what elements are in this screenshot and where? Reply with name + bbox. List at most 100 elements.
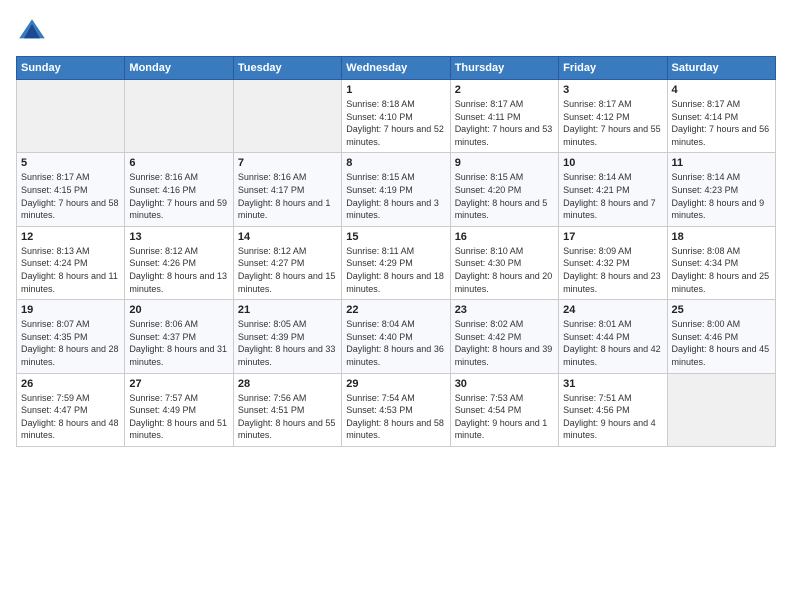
day-number: 7 — [238, 157, 337, 169]
day-info: Sunrise: 8:17 AM Sunset: 4:11 PM Dayligh… — [455, 98, 554, 148]
weekday-header-row: SundayMondayTuesdayWednesdayThursdayFrid… — [17, 57, 776, 80]
calendar-cell: 25 Sunrise: 8:00 AM Sunset: 4:46 PM Dayli… — [667, 300, 775, 373]
day-number: 1 — [346, 84, 445, 96]
calendar-cell: 20 Sunrise: 8:06 AM Sunset: 4:37 PM Dayli… — [125, 300, 233, 373]
calendar-cell: 31 Sunrise: 7:51 AM Sunset: 4:56 PM Dayli… — [559, 373, 667, 446]
day-number: 3 — [563, 84, 662, 96]
day-info: Sunrise: 8:04 AM Sunset: 4:40 PM Dayligh… — [346, 318, 445, 368]
day-number: 9 — [455, 157, 554, 169]
day-number: 29 — [346, 378, 445, 390]
day-info: Sunrise: 8:07 AM Sunset: 4:35 PM Dayligh… — [21, 318, 120, 368]
header — [16, 16, 776, 48]
day-info: Sunrise: 8:00 AM Sunset: 4:46 PM Dayligh… — [672, 318, 771, 368]
calendar-cell: 9 Sunrise: 8:15 AM Sunset: 4:20 PM Daylig… — [450, 153, 558, 226]
day-info: Sunrise: 7:56 AM Sunset: 4:51 PM Dayligh… — [238, 392, 337, 442]
logo-icon — [16, 16, 48, 48]
calendar-cell: 1Sunrise: 8:18 AM Sunset: 4:10 PM Daylig… — [342, 80, 450, 153]
weekday-header: Friday — [559, 57, 667, 80]
calendar-cell: 17 Sunrise: 8:09 AM Sunset: 4:32 PM Dayli… — [559, 226, 667, 299]
calendar-table: SundayMondayTuesdayWednesdayThursdayFrid… — [16, 56, 776, 447]
calendar-cell: 16 Sunrise: 8:10 AM Sunset: 4:30 PM Dayli… — [450, 226, 558, 299]
calendar-cell: 11 Sunrise: 8:14 AM Sunset: 4:23 PM Dayli… — [667, 153, 775, 226]
calendar-cell — [17, 80, 125, 153]
calendar-week-row: 5 Sunrise: 8:17 AM Sunset: 4:15 PM Daylig… — [17, 153, 776, 226]
day-info: Sunrise: 8:11 AM Sunset: 4:29 PM Dayligh… — [346, 245, 445, 295]
calendar-cell: 24Sunrise: 8:01 AM Sunset: 4:44 PM Dayli… — [559, 300, 667, 373]
calendar-cell: 18 Sunrise: 8:08 AM Sunset: 4:34 PM Dayli… — [667, 226, 775, 299]
day-number: 27 — [129, 378, 228, 390]
day-info: Sunrise: 8:09 AM Sunset: 4:32 PM Dayligh… — [563, 245, 662, 295]
calendar-cell: 26 Sunrise: 7:59 AM Sunset: 4:47 PM Dayli… — [17, 373, 125, 446]
logo — [16, 16, 52, 48]
calendar-cell: 2 Sunrise: 8:17 AM Sunset: 4:11 PM Daylig… — [450, 80, 558, 153]
day-info: Sunrise: 8:13 AM Sunset: 4:24 PM Dayligh… — [21, 245, 120, 295]
day-number: 5 — [21, 157, 120, 169]
calendar-week-row: 26 Sunrise: 7:59 AM Sunset: 4:47 PM Dayli… — [17, 373, 776, 446]
day-info: Sunrise: 8:15 AM Sunset: 4:20 PM Dayligh… — [455, 171, 554, 221]
calendar-cell: 28Sunrise: 7:56 AM Sunset: 4:51 PM Dayli… — [233, 373, 341, 446]
day-info: Sunrise: 8:14 AM Sunset: 4:21 PM Dayligh… — [563, 171, 662, 221]
calendar-cell: 6 Sunrise: 8:16 AM Sunset: 4:16 PM Daylig… — [125, 153, 233, 226]
day-number: 16 — [455, 231, 554, 243]
day-number: 14 — [238, 231, 337, 243]
day-info: Sunrise: 7:51 AM Sunset: 4:56 PM Dayligh… — [563, 392, 662, 442]
day-info: Sunrise: 8:12 AM Sunset: 4:26 PM Dayligh… — [129, 245, 228, 295]
calendar-cell: 7 Sunrise: 8:16 AM Sunset: 4:17 PM Daylig… — [233, 153, 341, 226]
day-info: Sunrise: 8:16 AM Sunset: 4:16 PM Dayligh… — [129, 171, 228, 221]
day-number: 6 — [129, 157, 228, 169]
day-number: 11 — [672, 157, 771, 169]
day-info: Sunrise: 7:59 AM Sunset: 4:47 PM Dayligh… — [21, 392, 120, 442]
day-number: 24 — [563, 304, 662, 316]
day-number: 20 — [129, 304, 228, 316]
day-number: 2 — [455, 84, 554, 96]
day-info: Sunrise: 8:06 AM Sunset: 4:37 PM Dayligh… — [129, 318, 228, 368]
day-number: 30 — [455, 378, 554, 390]
day-info: Sunrise: 7:57 AM Sunset: 4:49 PM Dayligh… — [129, 392, 228, 442]
day-number: 23 — [455, 304, 554, 316]
calendar-cell: 14 Sunrise: 8:12 AM Sunset: 4:27 PM Dayli… — [233, 226, 341, 299]
day-number: 13 — [129, 231, 228, 243]
day-info: Sunrise: 8:16 AM Sunset: 4:17 PM Dayligh… — [238, 171, 337, 221]
day-info: Sunrise: 8:12 AM Sunset: 4:27 PM Dayligh… — [238, 245, 337, 295]
day-number: 31 — [563, 378, 662, 390]
calendar-cell: 4 Sunrise: 8:17 AM Sunset: 4:14 PM Daylig… — [667, 80, 775, 153]
day-info: Sunrise: 7:53 AM Sunset: 4:54 PM Dayligh… — [455, 392, 554, 442]
day-info: Sunrise: 8:10 AM Sunset: 4:30 PM Dayligh… — [455, 245, 554, 295]
day-info: Sunrise: 7:54 AM Sunset: 4:53 PM Dayligh… — [346, 392, 445, 442]
calendar-cell: 8Sunrise: 8:15 AM Sunset: 4:19 PM Daylig… — [342, 153, 450, 226]
weekday-header: Saturday — [667, 57, 775, 80]
calendar-cell — [233, 80, 341, 153]
weekday-header: Sunday — [17, 57, 125, 80]
calendar-cell: 12 Sunrise: 8:13 AM Sunset: 4:24 PM Dayli… — [17, 226, 125, 299]
calendar-cell: 30 Sunrise: 7:53 AM Sunset: 4:54 PM Dayli… — [450, 373, 558, 446]
calendar-cell: 27 Sunrise: 7:57 AM Sunset: 4:49 PM Dayli… — [125, 373, 233, 446]
calendar-cell: 19Sunrise: 8:07 AM Sunset: 4:35 PM Dayli… — [17, 300, 125, 373]
day-info: Sunrise: 8:17 AM Sunset: 4:15 PM Dayligh… — [21, 171, 120, 221]
day-info: Sunrise: 8:14 AM Sunset: 4:23 PM Dayligh… — [672, 171, 771, 221]
day-info: Sunrise: 8:17 AM Sunset: 4:14 PM Dayligh… — [672, 98, 771, 148]
day-info: Sunrise: 8:17 AM Sunset: 4:12 PM Dayligh… — [563, 98, 662, 148]
day-number: 25 — [672, 304, 771, 316]
day-info: Sunrise: 8:08 AM Sunset: 4:34 PM Dayligh… — [672, 245, 771, 295]
calendar-cell: 22 Sunrise: 8:04 AM Sunset: 4:40 PM Dayli… — [342, 300, 450, 373]
weekday-header: Tuesday — [233, 57, 341, 80]
calendar-week-row: 12 Sunrise: 8:13 AM Sunset: 4:24 PM Dayli… — [17, 226, 776, 299]
day-number: 22 — [346, 304, 445, 316]
day-number: 4 — [672, 84, 771, 96]
calendar-week-row: 19Sunrise: 8:07 AM Sunset: 4:35 PM Dayli… — [17, 300, 776, 373]
day-number: 12 — [21, 231, 120, 243]
day-number: 26 — [21, 378, 120, 390]
weekday-header: Monday — [125, 57, 233, 80]
calendar-cell — [125, 80, 233, 153]
calendar-cell — [667, 373, 775, 446]
weekday-header: Thursday — [450, 57, 558, 80]
day-number: 21 — [238, 304, 337, 316]
day-number: 17 — [563, 231, 662, 243]
day-number: 18 — [672, 231, 771, 243]
calendar-cell: 10Sunrise: 8:14 AM Sunset: 4:21 PM Dayli… — [559, 153, 667, 226]
calendar-cell: 29 Sunrise: 7:54 AM Sunset: 4:53 PM Dayli… — [342, 373, 450, 446]
calendar-cell: 5 Sunrise: 8:17 AM Sunset: 4:15 PM Daylig… — [17, 153, 125, 226]
calendar-week-row: 1Sunrise: 8:18 AM Sunset: 4:10 PM Daylig… — [17, 80, 776, 153]
calendar-cell: 13 Sunrise: 8:12 AM Sunset: 4:26 PM Dayli… — [125, 226, 233, 299]
calendar-cell: 15Sunrise: 8:11 AM Sunset: 4:29 PM Dayli… — [342, 226, 450, 299]
